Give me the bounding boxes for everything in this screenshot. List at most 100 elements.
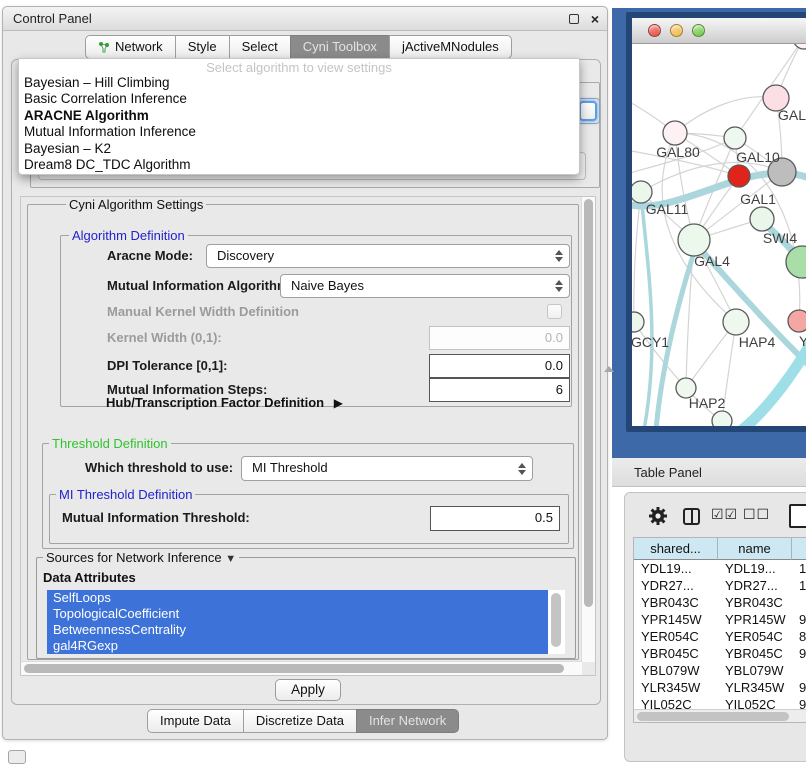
dropdown-item[interactable]: ARACNE Algorithm (19, 108, 579, 124)
list-item-selected[interactable]: TopologicalCoefficient (47, 606, 548, 622)
network-edge[interactable] (641, 194, 652, 426)
tab-jactivemnodules[interactable]: jActiveMNodules (389, 35, 512, 59)
splitter-collapse-icon[interactable] (604, 366, 614, 372)
close-icon[interactable]: × (591, 10, 599, 28)
table-cell[interactable]: YLR345W (634, 679, 718, 696)
select-all-icon[interactable]: ☑☑ (711, 507, 738, 523)
dropdown-item[interactable]: Bayesian – Hill Climbing (19, 75, 579, 91)
network-node[interactable] (750, 207, 774, 231)
table-row[interactable]: YDL19...YDL19...13 (634, 560, 806, 577)
deselect-all-icon[interactable]: ☐☐ (743, 507, 770, 523)
table-cell[interactable]: YBR043C (634, 594, 718, 611)
columns-icon[interactable] (683, 508, 700, 525)
table-cell[interactable]: YBR045C (718, 645, 792, 662)
tab-impute-data[interactable]: Impute Data (147, 709, 244, 733)
table-cell[interactable]: YDR27... (718, 577, 792, 594)
minimize-traffic-icon[interactable] (670, 24, 683, 37)
network-node[interactable] (632, 181, 652, 203)
tab-style[interactable]: Style (175, 35, 230, 59)
table-cell[interactable] (792, 662, 806, 679)
table-cell[interactable]: YBR043C (718, 594, 792, 611)
hub-definition-toggle[interactable]: Hub/Transcription Factor Definition ▶ (106, 395, 343, 410)
table-horizontal-scrollbar[interactable] (634, 709, 806, 722)
table-cell[interactable]: 12 (792, 577, 806, 594)
column-header[interactable]: name (718, 538, 792, 560)
table-row[interactable]: YLR345WYLR345W9. (634, 679, 806, 696)
vertical-scrollbar[interactable] (581, 197, 595, 662)
apply-button[interactable]: Apply (275, 679, 341, 701)
horizontal-scrollbar[interactable] (21, 661, 582, 675)
table-cell[interactable]: 9. (792, 611, 806, 628)
table-cell[interactable]: YBL079W (718, 662, 792, 679)
network-node[interactable] (712, 411, 732, 426)
which-threshold-combobox[interactable]: MI Threshold (241, 456, 533, 481)
network-edge[interactable] (675, 97, 776, 133)
tab-infer-network[interactable]: Infer Network (356, 709, 459, 733)
table-cell[interactable]: 9. (792, 645, 806, 662)
table-cell[interactable] (792, 594, 806, 611)
dropdown-item[interactable]: Mutual Information Inference (19, 124, 579, 140)
tab-cyni-toolbox[interactable]: Cyni Toolbox (290, 35, 390, 59)
mi-steps-field[interactable]: 6 (429, 378, 570, 402)
table-cell[interactable]: YLR345W (718, 679, 792, 696)
table-cell[interactable]: 8. (792, 628, 806, 645)
list-item-selected[interactable]: BetweennessCentrality (47, 622, 548, 638)
table-row[interactable]: YBR043CYBR043C (634, 594, 806, 611)
dropdown-item[interactable]: Bayesian – K2 (19, 141, 579, 157)
network-node[interactable] (793, 44, 806, 49)
dropdown-item[interactable]: Dream8 DC_TDC Algorithm (19, 157, 579, 173)
list-scrollbar[interactable] (548, 590, 565, 654)
network-edge[interactable] (634, 192, 641, 322)
column-header[interactable]: A (792, 538, 806, 560)
table-row[interactable]: YBL079WYBL079W (634, 662, 806, 679)
table-cell[interactable]: YBR045C (634, 645, 718, 662)
table-cell[interactable]: YER054C (718, 628, 792, 645)
tab-network[interactable]: Network (85, 35, 176, 59)
data-attributes-list[interactable]: SelfLoopsTopologicalCoefficientBetweenne… (47, 590, 565, 654)
table-row[interactable]: YER054CYER054C8. (634, 628, 806, 645)
kernel-width-field[interactable]: 0.0 (429, 326, 570, 350)
mi-type-combobox[interactable]: Naive Bayes (280, 274, 570, 298)
table-row[interactable]: YPR145WYPR145W9. (634, 611, 806, 628)
table-cell[interactable]: YDL19... (718, 560, 792, 577)
table-cell[interactable]: YER054C (634, 628, 718, 645)
table-row[interactable]: YDR27...YDR27...12 (634, 577, 806, 594)
kernel-width-label: Kernel Width (0,1): (107, 326, 222, 350)
network-node[interactable] (678, 224, 710, 256)
aracne-mode-combobox[interactable]: Discovery (206, 244, 570, 268)
table-cell[interactable]: YDR27... (634, 577, 718, 594)
network-node[interactable] (724, 127, 746, 149)
list-item-selected[interactable]: SelfLoops (47, 590, 548, 606)
column-header[interactable]: shared... (634, 538, 718, 560)
list-item-selected[interactable]: gal4RGexp (47, 638, 548, 654)
network-edge[interactable] (634, 322, 686, 388)
tab-discretize-data[interactable]: Discretize Data (243, 709, 357, 733)
network-node[interactable] (728, 165, 750, 187)
table-row[interactable]: YBR045CYBR045C9. (634, 645, 806, 662)
network-node[interactable] (663, 121, 687, 145)
close-traffic-icon[interactable] (648, 24, 661, 37)
table-cell[interactable]: 13 (792, 560, 806, 577)
network-node[interactable] (723, 309, 749, 335)
sources-toggle[interactable]: Sources for Network Inference ▼ (43, 550, 239, 567)
table-cell[interactable]: 9. (792, 679, 806, 696)
network-canvas[interactable]: GAL7GAL80GAL10GAL1GAL11SWI4GAL4GCY1HAP4Y… (632, 44, 806, 426)
table-cell[interactable]: YPR145W (718, 611, 792, 628)
network-view-frame[interactable]: GAL7GAL80GAL10GAL1GAL11SWI4GAL4GCY1HAP4Y… (626, 12, 806, 432)
combobox-stepper-icon[interactable] (579, 101, 597, 121)
gear-icon[interactable] (647, 505, 669, 527)
float-window-icon[interactable] (569, 14, 579, 24)
table-cell[interactable]: YDL19... (634, 560, 718, 577)
dpi-tolerance-field[interactable]: 0.0 (429, 354, 570, 378)
manual-kernel-checkbox[interactable] (547, 304, 562, 319)
table-cell[interactable]: YPR145W (634, 611, 718, 628)
network-node[interactable] (788, 310, 806, 332)
dropdown-item[interactable]: Basic Correlation Inference (19, 91, 579, 107)
zoom-traffic-icon[interactable] (692, 24, 705, 37)
network-node[interactable] (632, 312, 644, 332)
tab-select[interactable]: Select (229, 35, 291, 59)
table-panel-titlebar: Table Panel (612, 458, 806, 487)
document-icon[interactable] (789, 504, 806, 528)
mi-threshold-field[interactable]: 0.5 (430, 506, 560, 531)
table-cell[interactable]: YBL079W (634, 662, 718, 679)
